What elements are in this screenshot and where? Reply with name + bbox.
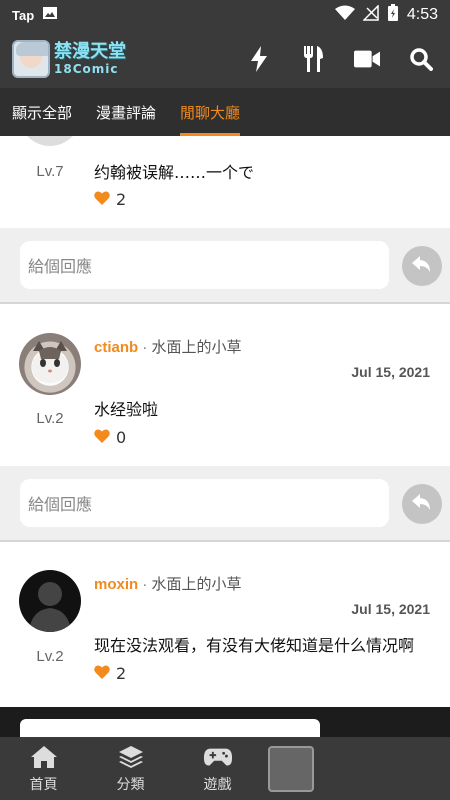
comment-card: ctianb · 水面上的小草 Jul 15, 2021 Lv.2 水经验啦 0 xyxy=(0,304,450,466)
comment-text: 现在没法观看，有没有大佬知道是什么情况啊 xyxy=(94,636,415,655)
username[interactable]: ctianb xyxy=(94,339,138,356)
reply-input[interactable]: 給個回應 xyxy=(20,241,389,289)
status-app-label: Tap xyxy=(12,7,35,23)
tab-bar: 顯示全部 漫畫評論 閒聊大廳 xyxy=(0,88,450,136)
bottom-nav: 首頁 分類 遊戲 xyxy=(0,737,450,800)
like-count: 2 xyxy=(116,190,127,209)
separator: · xyxy=(142,576,148,593)
reply-arrow-icon xyxy=(412,494,432,514)
tab-show-all[interactable]: 顯示全部 xyxy=(12,88,72,136)
user-avatar[interactable] xyxy=(19,333,81,395)
video-camera-icon[interactable] xyxy=(354,46,380,72)
app-bar: 禁漫天堂 18Comic xyxy=(0,30,450,88)
nav-home[interactable]: 首頁 xyxy=(0,737,87,800)
nav-categories[interactable]: 分類 xyxy=(87,737,174,800)
user-avatar[interactable] xyxy=(19,136,81,146)
logo-title: 禁漫天堂 xyxy=(54,41,126,62)
nav-home-label: 首頁 xyxy=(29,776,58,793)
fork-knife-icon[interactable] xyxy=(300,46,326,72)
comment-date: Jul 15, 2021 xyxy=(351,601,430,617)
heart-icon xyxy=(94,190,110,209)
nav-games-label: 遊戲 xyxy=(203,776,232,793)
like-button[interactable]: 2 xyxy=(94,190,126,209)
battery-icon xyxy=(387,4,399,26)
thumbnail-image xyxy=(268,745,314,792)
tab-comic-reviews[interactable]: 漫畫評論 xyxy=(96,88,156,136)
like-button[interactable]: 0 xyxy=(94,428,126,447)
reply-button[interactable] xyxy=(402,246,442,286)
no-signal-icon xyxy=(362,4,379,25)
comment-card: Lv.7 约翰被误解……一个で 2 xyxy=(0,136,450,228)
user-level: Lv.2 xyxy=(36,648,64,665)
status-time: 4:53 xyxy=(406,6,438,23)
like-count: 0 xyxy=(116,428,127,447)
nav-thumbnail[interactable] xyxy=(261,737,321,800)
comment-date: Jul 15, 2021 xyxy=(351,364,430,380)
username-line: ctianb · 水面上的小草 xyxy=(94,336,242,357)
image-icon xyxy=(42,5,58,25)
heart-icon xyxy=(94,428,110,447)
tab-chat-lobby[interactable]: 閒聊大廳 xyxy=(180,88,241,136)
reply-input[interactable]: 給個回應 xyxy=(20,479,389,527)
reply-row: 給個回應 xyxy=(0,228,450,304)
nav-categories-label: 分類 xyxy=(116,776,145,793)
reply-row: 給個回應 xyxy=(0,466,450,542)
user-title: 水面上的小草 xyxy=(151,575,242,593)
home-icon xyxy=(29,744,59,770)
reply-arrow-icon xyxy=(412,256,432,276)
user-level: Lv.2 xyxy=(36,410,64,427)
ad-banner-strip[interactable] xyxy=(0,707,450,749)
comment-text: 水经验啦 xyxy=(94,400,159,419)
heart-icon xyxy=(94,664,110,683)
layers-icon xyxy=(116,744,146,770)
username[interactable]: moxin xyxy=(94,576,138,593)
comment-card: moxin · 水面上的小草 Jul 15, 2021 Lv.2 现在没法观看，… xyxy=(0,542,450,707)
app-logo[interactable]: 禁漫天堂 18Comic xyxy=(12,37,142,81)
nav-games[interactable]: 遊戲 xyxy=(174,737,261,800)
lightning-icon[interactable] xyxy=(246,46,272,72)
status-bar: Tap 4:53 xyxy=(0,0,450,30)
comment-text: 约翰被误解……一个で xyxy=(94,163,255,182)
like-count: 2 xyxy=(116,664,127,683)
separator: · xyxy=(142,339,148,356)
user-title: 水面上的小草 xyxy=(151,338,242,356)
logo-subtitle: 18Comic xyxy=(54,62,119,76)
like-button[interactable]: 2 xyxy=(94,664,126,683)
user-avatar[interactable] xyxy=(19,570,81,632)
reply-button[interactable] xyxy=(402,484,442,524)
user-level: Lv.7 xyxy=(36,163,64,180)
username-line: moxin · 水面上的小草 xyxy=(94,573,242,594)
gamepad-icon xyxy=(203,744,233,770)
mascot-logo-image xyxy=(12,40,50,78)
search-icon[interactable] xyxy=(408,46,434,72)
wifi-icon xyxy=(334,5,355,25)
comment-feed[interactable]: Lv.7 约翰被误解……一个で 2 給個回應 ctianb · 水面上的小草 J… xyxy=(0,136,450,737)
